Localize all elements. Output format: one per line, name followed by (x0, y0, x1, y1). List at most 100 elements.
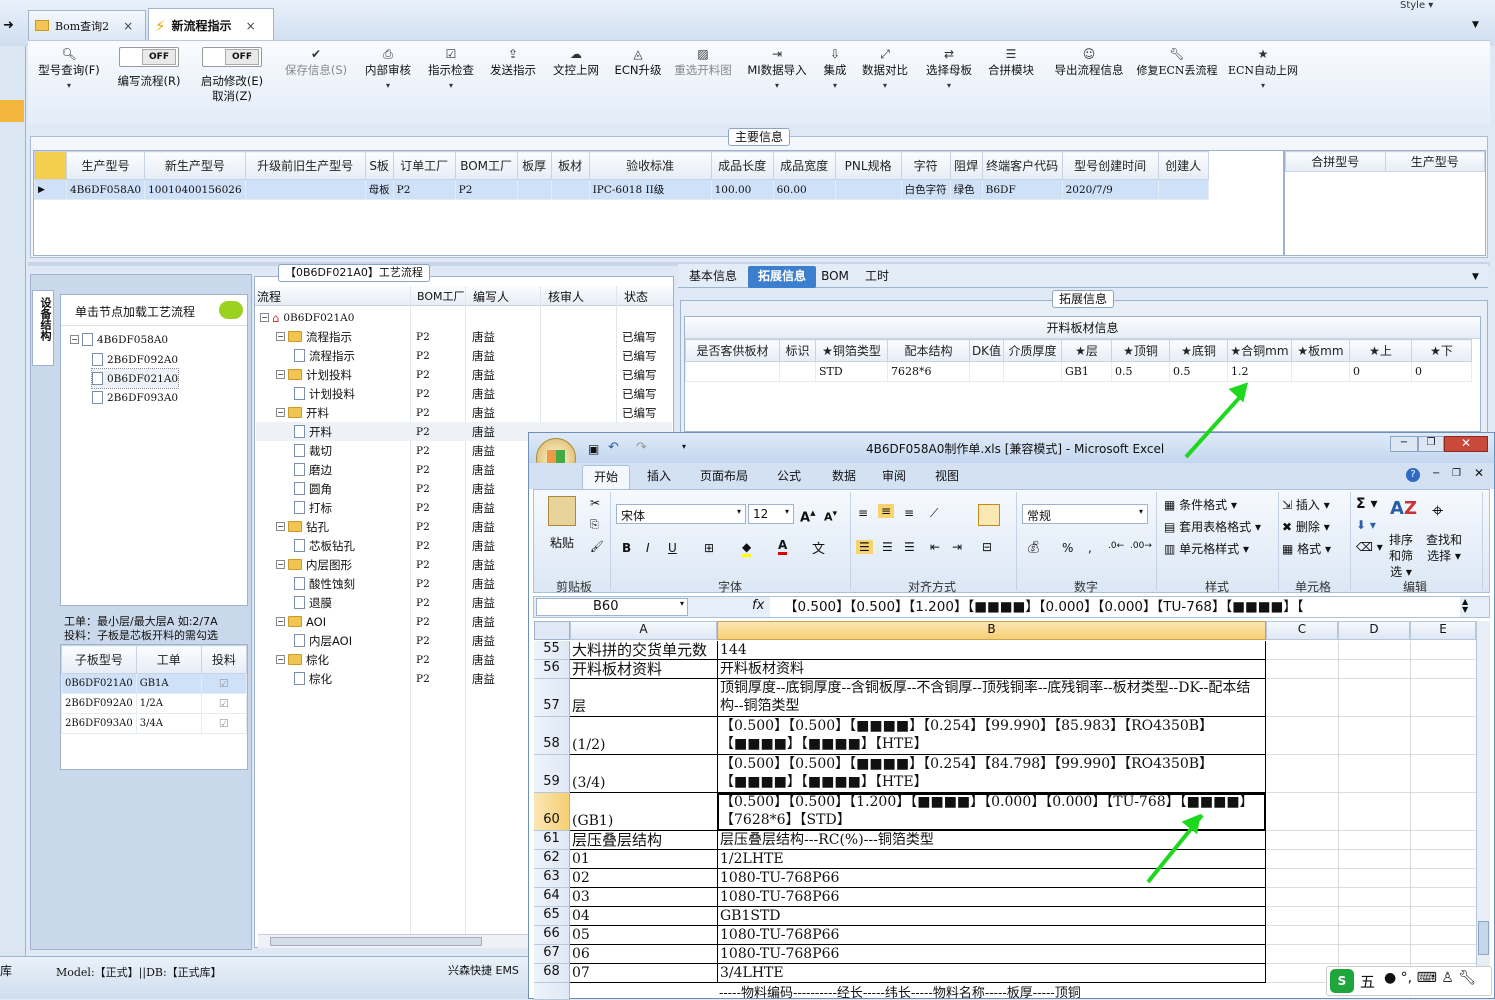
excel-tab[interactable]: 公式 (772, 465, 806, 489)
export-flow-button[interactable]: ☺ 导出流程信息 (1046, 47, 1132, 78)
align-center-icon[interactable]: ☰ (882, 540, 893, 554)
cell-a[interactable]: 04 (570, 907, 717, 926)
close-button[interactable]: ✕ (1444, 436, 1488, 452)
sort-filter-button[interactable]: 排序和筛选 ▾ (1384, 532, 1418, 580)
main-cell[interactable]: 60.00 (772, 179, 836, 200)
help-icon[interactable]: ? (1406, 468, 1420, 482)
ext-dropdown-icon[interactable]: ▼ (1472, 272, 1479, 282)
flow-root[interactable]: − ⌂ 0B6DF021A0 (260, 308, 354, 327)
cell-a[interactable]: 大料拼的交货单元数 (570, 641, 717, 660)
excel-tab[interactable]: 插入 (640, 465, 678, 489)
ext-tab[interactable]: 工时 (860, 266, 894, 288)
cell-a[interactable]: 07 (570, 964, 717, 983)
exit-icon[interactable]: ➜ (3, 18, 14, 33)
main-col-header[interactable]: 终端客户代码 (981, 151, 1063, 180)
cell-b[interactable]: 【0.500】【0.500】【1.200】【■■■■】【0.000】【0.000… (717, 793, 1266, 831)
main-cell[interactable]: B6DF (981, 179, 1063, 200)
sum-icon[interactable]: Σ ▾ (1356, 496, 1377, 512)
copy-icon[interactable]: ⎘ (590, 518, 599, 532)
close-icon[interactable]: × (123, 19, 133, 33)
flow-tree-row[interactable]: − 开料 P2 唐益 已编写 (256, 403, 672, 422)
cell-b[interactable]: GB1STD (717, 907, 1266, 926)
feed-checkbox[interactable]: ☑ (219, 697, 229, 710)
border-icon[interactable]: ⊞ (704, 541, 714, 555)
repair-ecn-button[interactable]: 🔧︎ 修复ECN丢流程 (1136, 47, 1218, 78)
instruction-check-button[interactable]: ☑ 指示检查 ▾ (424, 47, 478, 93)
ext-tab[interactable]: 拓展信息 (748, 266, 816, 288)
orientation-icon[interactable]: ⟋ (930, 506, 938, 521)
sub-board-row[interactable]: 2B6DF093A0 3/4A ☑ (61, 713, 248, 734)
scroll-thumb[interactable] (1478, 921, 1489, 955)
row-header[interactable]: 66 (534, 926, 570, 945)
main-col-header[interactable]: PNL规格 (834, 151, 902, 180)
ext-cell[interactable]: STD (815, 361, 888, 382)
main-col-header[interactable]: 成品宽度 (772, 151, 836, 180)
flow-tree-row[interactable]: − 计划投料 P2 唐益 已编写 (256, 365, 672, 384)
row-header[interactable]: 68 (534, 964, 570, 983)
font-name-select[interactable]: 宋体 ▾ (616, 504, 746, 524)
chevron-down-icon[interactable]: ▼ (1472, 20, 1479, 30)
cell-a[interactable]: 层压叠层结构 (570, 831, 717, 850)
row-header[interactable]: 57 (534, 679, 570, 717)
sub-board-row[interactable]: 0B6DF021A0 GB1A ☑ (61, 673, 248, 694)
write-flow-toggle[interactable]: OFF 编写流程(R) (110, 47, 188, 89)
italic-icon[interactable]: I (646, 541, 650, 555)
row-header[interactable] (534, 983, 570, 1000)
clear-icon[interactable]: ⌫ ▾ (1356, 540, 1383, 554)
row-header[interactable]: 62 (534, 850, 570, 869)
grow-font-icon[interactable]: A▴ (800, 506, 816, 525)
flow-tree-row[interactable]: − 流程指示 P2 唐益 已编写 (256, 327, 672, 346)
percent-icon[interactable]: % (1062, 541, 1073, 555)
reselect-cut-button[interactable]: ▨ 重选开料图 (670, 47, 736, 78)
row-header[interactable]: 60 (534, 793, 570, 831)
cell-b[interactable]: 1080-TU-768P66 (717, 888, 1266, 907)
row-header[interactable]: 61 (534, 831, 570, 850)
sub-board-row[interactable]: 2B6DF092A0 1/2A ☑ (61, 693, 248, 714)
device-tree-node[interactable]: 2B6DF093A0 (92, 388, 178, 407)
ecn-upgrade-button[interactable]: ◬ ECN升级 (611, 47, 665, 78)
ecn-auto-online-button[interactable]: ★ ECN自动上网 ▾ (1226, 47, 1300, 93)
ime-icons[interactable]: ● °, ⌨ ♙ 🔧︎ (1384, 970, 1476, 986)
currency-icon[interactable]: 💰︎ (1026, 540, 1041, 554)
ext-cell[interactable]: 7628*6 (887, 361, 970, 382)
ext-cell[interactable]: 0.5 (1169, 361, 1228, 382)
doc-restore-icon[interactable]: ❐ (1452, 468, 1461, 479)
main-col-header[interactable]: S板 (364, 151, 394, 180)
feed-checkbox[interactable]: ☑ (219, 717, 229, 730)
device-tree-node[interactable]: 0B6DF021A0 (90, 368, 180, 389)
main-cell[interactable] (516, 179, 552, 200)
decrease-indent-icon[interactable]: ⇤ (930, 540, 940, 554)
device-tree-node[interactable]: −4B6DF058A0 (70, 330, 168, 349)
ext-cell[interactable]: 0.5 (1111, 361, 1170, 382)
format-button[interactable]: ▦ 格式 ▾ (1282, 540, 1331, 557)
main-cell[interactable]: IPC-6018 II级 (588, 179, 712, 200)
ext-cell[interactable]: GB1 (1061, 361, 1112, 382)
cell-a[interactable]: (3/4) (570, 755, 717, 793)
ext-tab[interactable]: 基本信息 (682, 266, 744, 288)
cell-a[interactable]: 层 (570, 679, 717, 717)
increase-decimal-icon[interactable]: .0← (1108, 541, 1124, 551)
save-info-button[interactable]: ✔ 保存信息(S) (278, 47, 354, 78)
send-instruction-button[interactable]: ⇪ 发送指示 (486, 47, 540, 78)
main-col-header[interactable]: 阻焊 (949, 151, 983, 180)
align-left-icon[interactable]: ☰ (856, 540, 873, 554)
cell-style-button[interactable]: ▥ 单元格样式 ▾ (1164, 540, 1249, 557)
bold-icon[interactable]: B (622, 541, 631, 555)
cell-a[interactable]: 开料板材资料 (570, 660, 717, 679)
style-dropdown[interactable]: Style ▾ (1400, 0, 1433, 11)
cell-b[interactable]: 144 (717, 641, 1266, 660)
ext-cell[interactable] (1291, 361, 1350, 382)
format-painter-icon[interactable]: 🖌︎ (590, 540, 604, 553)
align-top-icon[interactable]: ≡ (858, 506, 868, 520)
toggle-switch[interactable]: OFF (202, 47, 262, 67)
row-header[interactable]: 64 (534, 888, 570, 907)
main-col-header[interactable]: 型号创建时间 (1061, 151, 1159, 180)
qat-dropdown-icon[interactable]: ▾ (682, 442, 686, 451)
main-cell[interactable]: P2 (454, 179, 518, 200)
align-middle-icon[interactable]: ≡ (878, 504, 895, 518)
tab-new-flow[interactable]: ⚡ 新流程指示 × (148, 8, 274, 42)
main-cell[interactable]: 母板 (364, 179, 394, 200)
select-all[interactable] (534, 621, 570, 640)
cell-a[interactable]: (GB1) (570, 793, 717, 831)
formula-expand-icon[interactable]: ▲ ▼ (1462, 598, 1468, 614)
